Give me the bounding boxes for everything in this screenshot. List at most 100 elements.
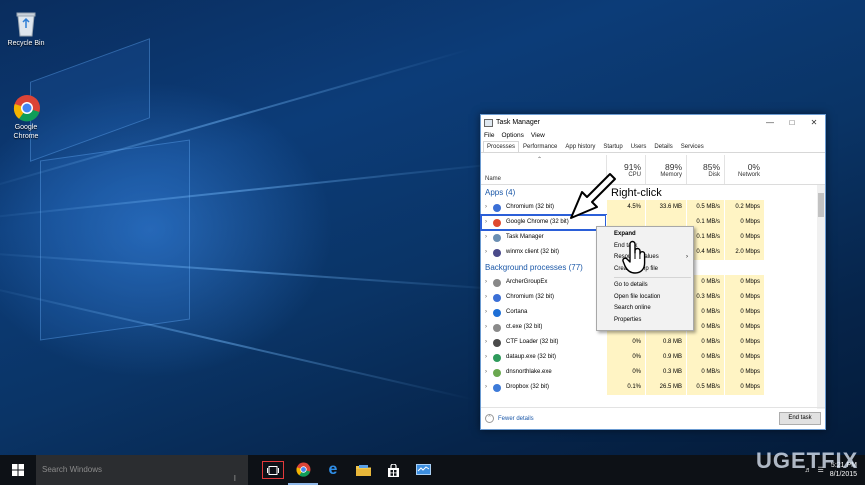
expand-chevron-icon[interactable]: › — [485, 245, 493, 260]
taskbar-file-explorer-button[interactable] — [348, 455, 378, 485]
process-icon — [493, 233, 501, 242]
process-cpu-cell: 0% — [606, 350, 645, 365]
text-cursor-icon: I — [233, 474, 236, 483]
process-icon — [493, 353, 501, 362]
process-net-cell: 0 Mbps — [724, 335, 764, 350]
start-button[interactable] — [0, 455, 36, 485]
taskbar-chrome-button[interactable] — [288, 455, 318, 485]
table-row[interactable]: › CTF Loader (32 bit) 0% 0.8 MB 0 MB/s 0 Mbps — [481, 335, 825, 350]
task-view-button[interactable] — [262, 461, 284, 479]
minimize-button[interactable]: — — [759, 115, 781, 130]
right-click-callout: Right-click — [611, 187, 662, 199]
menu-separator — [614, 277, 691, 278]
end-task-button[interactable]: End task — [779, 412, 821, 425]
tab-processes[interactable]: Processes — [483, 141, 520, 152]
tab-startup[interactable]: Startup — [599, 141, 626, 152]
process-name: Chromium (32 bit) — [506, 204, 555, 210]
taskbar-store-button[interactable] — [378, 455, 408, 485]
ctx-open-file-location[interactable]: Open file location — [597, 292, 693, 304]
process-net-cell: 0 Mbps — [724, 215, 764, 230]
process-name: Dropbox (32 bit) — [506, 384, 550, 390]
hero-pane — [40, 139, 190, 341]
process-name: winmx client (32 bit) — [506, 249, 560, 255]
tab-app-history[interactable]: App history — [561, 141, 599, 152]
taskbar-task-manager-button[interactable] — [408, 455, 438, 485]
process-icon — [493, 278, 501, 287]
expand-chevron-icon[interactable]: › — [485, 215, 493, 230]
process-net-cell: 0 Mbps — [724, 275, 764, 290]
process-icon — [493, 248, 501, 257]
menu-options[interactable]: Options — [501, 130, 523, 141]
process-name: Chromium (32 bit) — [506, 294, 555, 300]
process-net-cell: 0 Mbps — [724, 380, 764, 395]
expand-chevron-icon[interactable]: › — [485, 380, 493, 395]
vertical-scrollbar[interactable] — [817, 185, 825, 409]
folder-icon — [355, 465, 371, 476]
table-row[interactable]: › Chromium (32 bit) 4.5% 33.6 MB 0.5 MB/s 0.2… — [481, 200, 825, 215]
process-disk-cell: 0 MB/s — [686, 365, 724, 380]
process-icon — [493, 368, 501, 377]
expand-chevron-icon[interactable]: › — [485, 335, 493, 350]
expand-chevron-icon[interactable]: › — [485, 365, 493, 380]
desktop-icon-label: Recycle Bin — [7, 40, 45, 47]
process-net-cell: 0.2 Mbps — [724, 200, 764, 215]
process-mem-cell: 0.3 MB — [645, 365, 686, 380]
chevron-right-icon: › — [686, 254, 688, 260]
process-net-cell: 0 Mbps — [724, 365, 764, 380]
menu-view[interactable]: View — [531, 130, 545, 141]
process-disk-cell: 0.5 MB/s — [686, 200, 724, 215]
tab-performance[interactable]: Performance — [519, 141, 561, 152]
process-name: ct.exe (32 bit) — [506, 324, 543, 330]
process-cpu-cell: 0.1% — [606, 380, 645, 395]
expand-chevron-icon[interactable]: › — [485, 320, 493, 335]
process-name-cell: › Dropbox (32 bit) — [481, 380, 606, 395]
expand-chevron-icon[interactable]: › — [485, 200, 493, 215]
process-name-cell: › ct.exe (32 bit) — [481, 320, 606, 335]
chrome-icon — [13, 85, 40, 122]
tab-details[interactable]: Details — [650, 141, 676, 152]
expand-chevron-icon[interactable]: › — [485, 350, 493, 365]
tab-services[interactable]: Services — [677, 141, 708, 152]
title-bar[interactable]: Task Manager — □ ✕ — [481, 115, 825, 130]
ctx-search-online[interactable]: Search online — [597, 303, 693, 315]
process-name-cell: › Task Manager — [481, 230, 606, 245]
chrome-icon — [295, 462, 310, 477]
table-row[interactable]: › dataup.exe (32 bit) 0% 0.9 MB 0 MB/s 0 Mbps — [481, 350, 825, 365]
table-row[interactable]: › dnsnorthlake.exe 0% 0.3 MB 0 MB/s 0 Mbps — [481, 365, 825, 380]
window-title: Task Manager — [496, 119, 540, 126]
column-network-header[interactable]: 0% Network — [724, 155, 764, 184]
close-button[interactable]: ✕ — [803, 115, 825, 130]
desktop-icon-recycle-bin[interactable]: Recycle Bin — [1, 10, 51, 48]
taskbar-edge-button[interactable]: e — [318, 455, 348, 485]
watermark: UGETFIX — [756, 448, 859, 473]
column-memory-header[interactable]: 89% Memory — [645, 155, 686, 184]
taskbar-search-box[interactable]: Search Windows I — [36, 455, 248, 485]
table-row[interactable]: › Dropbox (32 bit) 0.1% 26.5 MB 0.5 MB/s 0 Mb… — [481, 380, 825, 395]
desktop-icon-label: Google Chrome — [13, 124, 39, 140]
expand-chevron-icon[interactable]: › — [485, 275, 493, 290]
maximize-button[interactable]: □ — [781, 115, 803, 130]
windows-logo-icon — [12, 464, 24, 476]
process-name: Task Manager — [506, 234, 544, 240]
process-mem-cell: 26.5 MB — [645, 380, 686, 395]
desktop-icon-google-chrome[interactable]: Google Chrome — [1, 76, 51, 150]
ctx-go-to-details[interactable]: Go to details — [597, 280, 693, 292]
process-mem-cell: 33.6 MB — [645, 200, 686, 215]
menu-file[interactable]: File — [484, 130, 494, 141]
expand-chevron-icon[interactable]: › — [485, 305, 493, 320]
ctx-properties[interactable]: Properties — [597, 315, 693, 327]
tab-users[interactable]: Users — [627, 141, 651, 152]
sort-caret-icon: ⌃ — [537, 157, 543, 163]
column-disk-header[interactable]: 85% Disk — [686, 155, 724, 184]
ctx-expand[interactable]: Expand — [597, 229, 693, 241]
fewer-details-link[interactable]: ⌃ Fewer details — [485, 414, 534, 423]
expand-chevron-icon[interactable]: › — [485, 230, 493, 245]
process-icon — [493, 308, 501, 317]
scrollbar-thumb[interactable] — [818, 193, 824, 217]
store-icon — [387, 463, 399, 477]
expand-chevron-icon[interactable]: › — [485, 290, 493, 305]
recycle-bin-icon — [13, 10, 39, 37]
process-name: ArcherGroupEx — [506, 279, 548, 285]
process-mem-cell: 0.9 MB — [645, 350, 686, 365]
process-mem-cell: 0.8 MB — [645, 335, 686, 350]
